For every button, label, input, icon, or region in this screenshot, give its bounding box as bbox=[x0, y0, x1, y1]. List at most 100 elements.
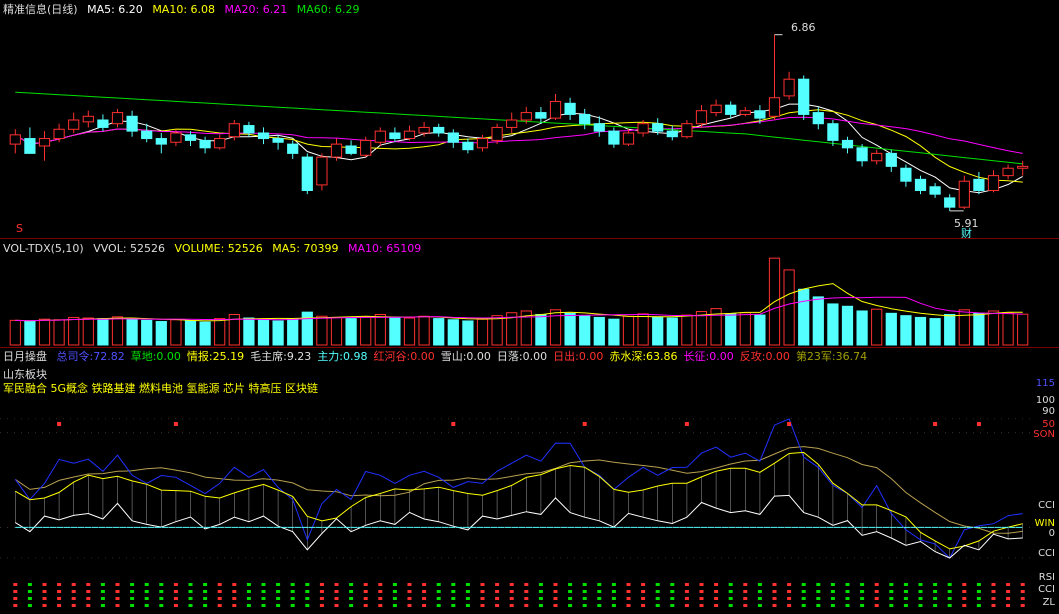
volume-bar bbox=[491, 315, 503, 346]
signal-tick bbox=[27, 604, 32, 607]
signal-tick bbox=[976, 604, 981, 607]
signal-tick bbox=[801, 583, 806, 586]
signal-tick bbox=[144, 597, 149, 600]
signal-tick bbox=[173, 604, 178, 607]
candle-body bbox=[579, 113, 591, 125]
signal-tick bbox=[363, 604, 368, 607]
signal-tick bbox=[568, 597, 573, 600]
signal-tick bbox=[465, 604, 470, 607]
signal-tick bbox=[71, 604, 76, 607]
volume-bar bbox=[739, 312, 751, 346]
candle-body bbox=[725, 104, 737, 115]
candle-body bbox=[330, 143, 343, 158]
signal-tick bbox=[349, 597, 354, 600]
axis-label: CCI bbox=[1038, 500, 1055, 511]
vol-ma10-label: MA10: 65109 bbox=[348, 242, 422, 255]
signal-tick bbox=[947, 583, 952, 586]
signal-tick bbox=[933, 583, 938, 586]
signal-tick bbox=[319, 604, 324, 607]
signal-tick bbox=[655, 583, 660, 586]
signal-tick bbox=[290, 590, 295, 593]
signal-tick bbox=[684, 597, 689, 600]
axis-label: RSI bbox=[1038, 572, 1055, 583]
candle-body bbox=[973, 178, 985, 191]
signal-tick bbox=[1020, 604, 1025, 607]
signal-tick bbox=[407, 597, 412, 600]
axis-label: 100 bbox=[1035, 395, 1055, 406]
signal-tick bbox=[611, 590, 616, 593]
signal-tick bbox=[334, 590, 339, 593]
candle-body bbox=[53, 128, 65, 140]
signal-tick bbox=[378, 583, 383, 586]
candle-body bbox=[111, 112, 124, 125]
volume-bar bbox=[549, 309, 562, 346]
signal-tick bbox=[495, 597, 500, 600]
volume-title: VOL-TDX(5,10) bbox=[3, 242, 84, 255]
volume-bar bbox=[812, 296, 824, 346]
signal-tick bbox=[305, 604, 310, 607]
stock-title: 精准信息(日线) bbox=[3, 3, 78, 16]
signal-square bbox=[451, 422, 456, 426]
volume-bar bbox=[622, 315, 635, 346]
signal-tick bbox=[816, 590, 821, 593]
candle-body bbox=[199, 139, 211, 149]
signal-tick bbox=[276, 590, 281, 593]
candle-body bbox=[987, 175, 1000, 191]
signal-tick bbox=[451, 583, 456, 586]
volume-bar bbox=[871, 308, 883, 346]
signal-tick bbox=[845, 583, 850, 586]
signal-tick bbox=[1006, 597, 1011, 600]
signal-tick bbox=[816, 597, 821, 600]
signal-tick bbox=[874, 597, 879, 600]
ma5-line bbox=[15, 103, 1023, 194]
candle-body bbox=[710, 104, 722, 114]
signal-tick bbox=[86, 604, 91, 607]
signal-tick bbox=[407, 583, 412, 586]
signal-tick bbox=[86, 583, 91, 586]
indicator-item: 长征:0.00 bbox=[683, 350, 734, 363]
indicator-pane[interactable]: 日月操盘 总司令:72.82 草地:0.00 情报:25.19 毛主席:9.23 主力:… bbox=[0, 348, 1059, 614]
signal-tick bbox=[538, 597, 543, 600]
candlestick-chart[interactable] bbox=[0, 0, 1059, 238]
signal-tick bbox=[714, 583, 719, 586]
signal-tick bbox=[290, 597, 295, 600]
volume-bar bbox=[666, 317, 678, 346]
volume-pane[interactable]: VOL-TDX(5,10) VVOL: 52526 VOLUME: 52526 … bbox=[0, 239, 1059, 347]
signal-tick bbox=[349, 583, 354, 586]
signal-tick bbox=[918, 590, 923, 593]
signal-tick bbox=[611, 604, 616, 607]
candle-body bbox=[462, 141, 474, 151]
candle-body bbox=[403, 130, 416, 140]
signal-tick bbox=[100, 590, 105, 593]
candle-body bbox=[433, 126, 445, 134]
axis-label: SON bbox=[1033, 429, 1055, 440]
ma10-label: MA10: 6.08 bbox=[152, 3, 216, 16]
candle-body bbox=[549, 100, 562, 119]
signal-tick bbox=[626, 597, 631, 600]
signal-tick bbox=[582, 597, 587, 600]
signal-tick bbox=[115, 604, 120, 607]
candle-body bbox=[914, 178, 927, 191]
signal-tick bbox=[757, 604, 762, 607]
signal-tick bbox=[495, 604, 500, 607]
signal-tick bbox=[42, 590, 47, 593]
candle-body bbox=[272, 138, 284, 143]
signal-tick bbox=[261, 597, 266, 600]
volume-bar bbox=[681, 314, 693, 346]
signal-tick bbox=[947, 597, 952, 600]
kline-pane[interactable]: 精准信息(日线) MA5: 6.20 MA10: 6.08 MA20: 6.21… bbox=[0, 0, 1059, 240]
candle-body bbox=[827, 123, 839, 141]
signal-tick bbox=[1020, 597, 1025, 600]
signal-tick bbox=[261, 590, 266, 593]
indicator-item: 日落:0.00 bbox=[496, 350, 548, 363]
indicator-item: 赤水深:63.86 bbox=[609, 350, 678, 363]
volume-bar bbox=[695, 311, 708, 346]
signal-tick bbox=[597, 597, 602, 600]
candle-body bbox=[228, 123, 240, 138]
signal-tick bbox=[626, 583, 631, 586]
signal-tick bbox=[947, 604, 952, 607]
region-label: 山东板块 bbox=[3, 368, 47, 381]
signal-tick bbox=[670, 597, 675, 600]
signal-square bbox=[684, 422, 689, 426]
signal-tick bbox=[743, 583, 748, 586]
